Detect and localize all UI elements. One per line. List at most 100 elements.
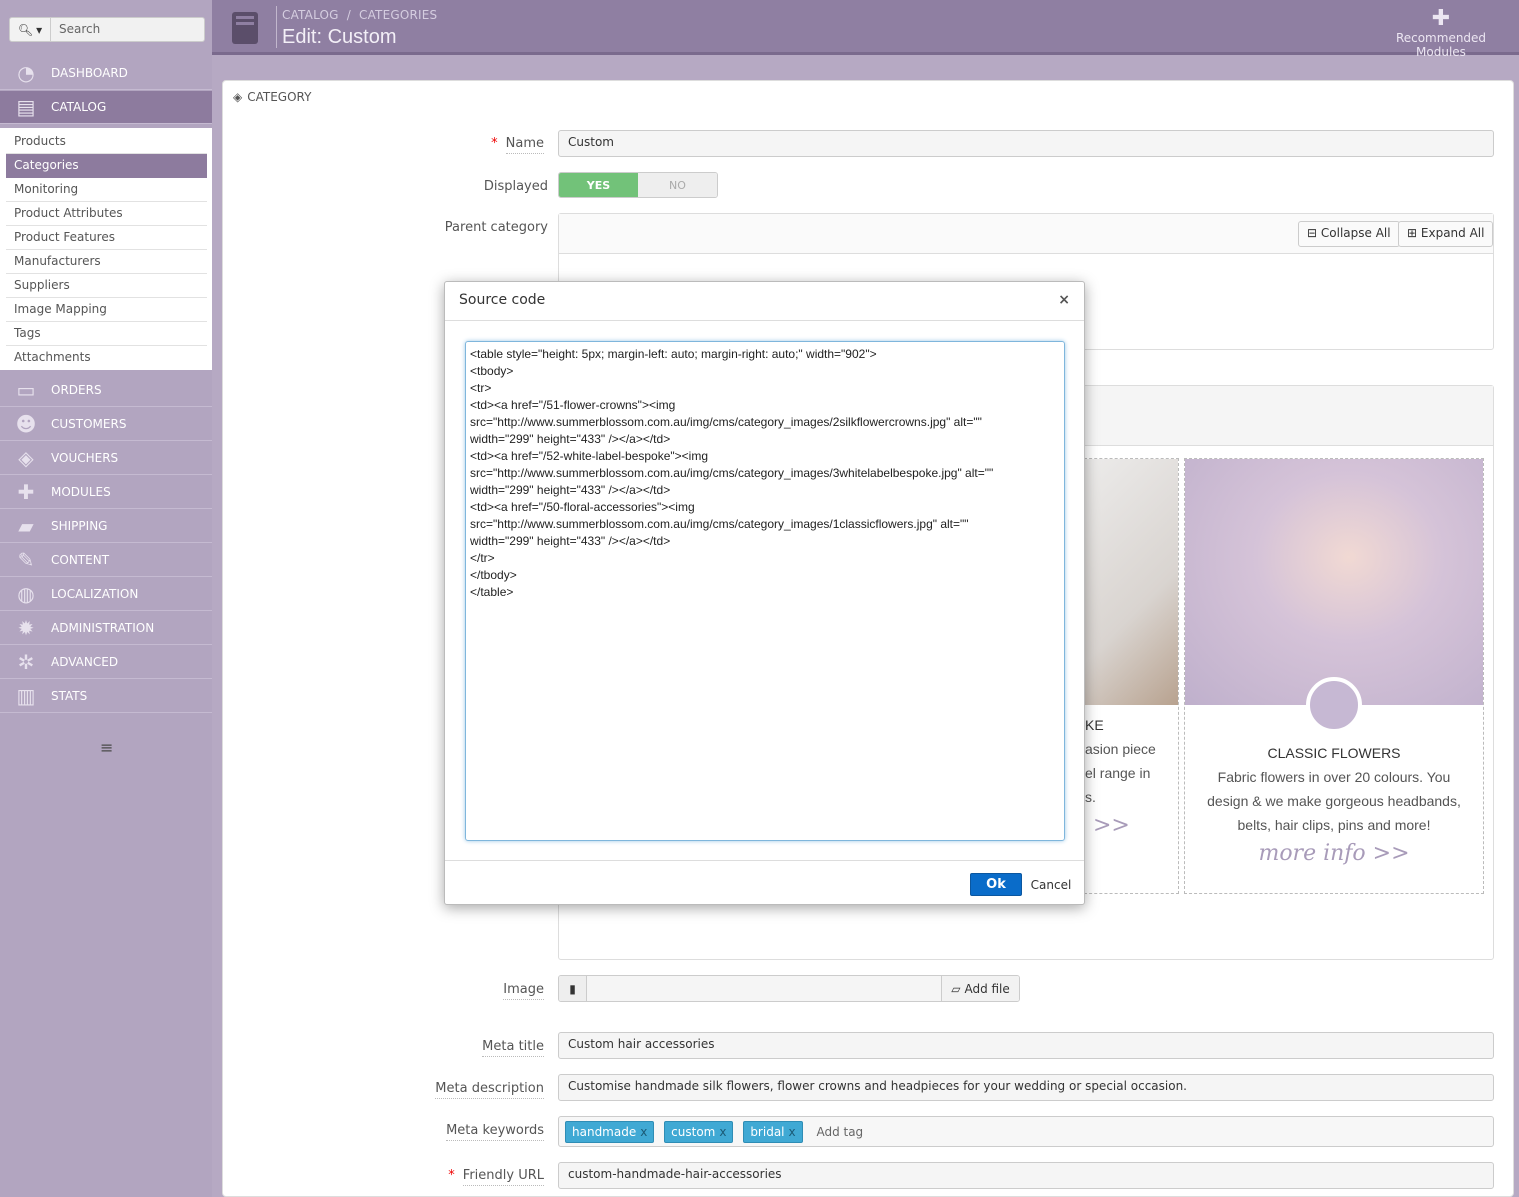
submenu-item-tags[interactable]: Tags — [6, 322, 207, 346]
switch-yes[interactable]: YES — [559, 173, 638, 197]
submenu-item-manufacturers[interactable]: Manufacturers — [6, 250, 207, 274]
sidebar-item-catalog[interactable]: ▤ CATALOG — [0, 91, 212, 124]
card-title: CLASSIC FLOWERS — [1267, 745, 1401, 761]
ok-button[interactable]: Ok — [970, 873, 1022, 896]
submenu-item-product-features[interactable]: Product Features — [6, 226, 207, 250]
submenu-item-attachments[interactable]: Attachments — [6, 346, 207, 370]
cancel-button[interactable]: Cancel — [1029, 873, 1073, 896]
displayed-label: Displayed — [483, 179, 548, 194]
keyword-tag: handmade x — [565, 1121, 655, 1143]
required-marker: * — [491, 136, 498, 151]
breadcrumb-categories[interactable]: CATEGORIES — [359, 8, 437, 22]
sidebar-item-orders[interactable]: ▭ ORDERS — [0, 374, 212, 407]
collapse-menu-icon[interactable]: ≡ — [100, 738, 113, 757]
puzzle-icon: ✚ — [1431, 6, 1451, 31]
sidebar-item-content[interactable]: ✎ CONTENT — [0, 544, 212, 577]
sidebar-item-localization[interactable]: ◍ LOCALIZATION — [0, 578, 212, 611]
card-text-2: design & we make gorgeous headbands, — [1207, 793, 1461, 809]
sidebar-item-vouchers[interactable]: ◈ VOUCHERS — [0, 442, 212, 475]
add-file-button[interactable]: ▱ Add file — [941, 976, 1019, 1001]
card-text-1: Fabric flowers in over 20 colours. You — [1217, 769, 1451, 785]
friendly-url-input[interactable]: custom-handmade-hair-accessories — [558, 1162, 1494, 1189]
card-text-3: belts, hair clips, pins and more! — [1237, 817, 1431, 833]
breadcrumb-catalog[interactable]: CATALOG — [282, 8, 339, 22]
bar-chart-icon: ▥ — [16, 684, 36, 708]
more-info-link: >> — [1093, 813, 1130, 838]
card-text-2: el range in — [1085, 765, 1151, 781]
breadcrumb-separator: / — [346, 8, 351, 22]
remove-tag-icon[interactable]: x — [640, 1125, 647, 1139]
add-tag-placeholder[interactable]: Add tag — [816, 1125, 863, 1139]
meta-description-input[interactable]: Customise handmade silk flowers, flower … — [558, 1074, 1494, 1101]
switch-no[interactable]: NO — [638, 173, 717, 197]
sidebar-item-label: VOUCHERS — [51, 451, 119, 465]
submenu-item-product-attributes[interactable]: Product Attributes — [6, 202, 207, 226]
folder-open-icon: ▱ — [951, 981, 961, 996]
close-icon[interactable]: × — [1058, 292, 1070, 308]
meta-title-label: Meta title — [430, 1039, 544, 1057]
book-icon — [226, 8, 266, 48]
name-input[interactable]: Custom — [558, 130, 1494, 157]
source-code-dialog: Source code × <table style="height: 5px;… — [444, 281, 1085, 905]
dialog-footer: Ok Cancel — [445, 860, 1084, 905]
name-label: * Name — [430, 136, 544, 154]
tags-icon: ◈ — [233, 90, 243, 104]
submenu-item-monitoring[interactable]: Monitoring — [6, 178, 207, 202]
page-header: CATALOG / CATEGORIES Edit: Custom ✚ Reco… — [212, 0, 1519, 59]
sidebar-item-label: SHIPPING — [51, 519, 108, 533]
puzzle-icon: ✚ — [17, 480, 35, 504]
book-icon: ▤ — [16, 95, 36, 119]
card-text-3: s. — [1085, 789, 1096, 805]
cog-icon: ✹ — [17, 616, 35, 640]
submenu-item-image-mapping[interactable]: Image Mapping — [6, 298, 207, 322]
meta-title-input[interactable]: Custom hair accessories — [558, 1032, 1494, 1059]
sidebar-item-stats[interactable]: ▥ STATS — [0, 680, 212, 713]
sidebar-item-customers[interactable]: ☻ CUSTOMERS — [0, 408, 212, 441]
displayed-switch[interactable]: YES NO — [558, 172, 718, 198]
meta-keywords-label: Meta keywords — [430, 1123, 544, 1141]
card-text-1: asion piece — [1085, 741, 1156, 757]
file-name-field[interactable] — [587, 976, 941, 1001]
recommended-modules-button[interactable]: ✚ Recommended Modules — [1371, 6, 1511, 59]
remove-tag-icon[interactable]: x — [719, 1125, 726, 1139]
keyword-tag: custom x — [664, 1121, 734, 1143]
search-icon: 🔍︎ — [17, 22, 34, 37]
submenu-item-products[interactable]: Products — [6, 130, 207, 154]
keyword-tag: bridal x — [743, 1121, 803, 1143]
wrench-icon: ✎ — [17, 548, 35, 572]
sidebar-item-shipping[interactable]: ▰ SHIPPING — [0, 510, 212, 543]
sidebar-item-dashboard[interactable]: ◔ DASHBOARD — [0, 57, 212, 90]
preview-card-classic-flowers: CLASSIC FLOWERS Fabric flowers in over 2… — [1184, 458, 1484, 894]
sidebar-item-label: MODULES — [51, 485, 111, 499]
globe-icon: ◍ — [17, 582, 35, 606]
submenu-item-suppliers[interactable]: Suppliers — [6, 274, 207, 298]
meta-keywords-input[interactable]: handmade x custom x bridal x Add tag — [558, 1116, 1494, 1147]
minus-square-icon: ⊟ — [1307, 226, 1318, 240]
sidebar: 🔍︎ ▾ Search ◔ DASHBOARD ▤ CATALOG Produc… — [0, 0, 212, 1197]
users-icon: ☻ — [15, 412, 37, 436]
header-divider — [276, 6, 277, 48]
expand-all-button[interactable]: ⊞ Expand All — [1398, 221, 1494, 247]
source-code-textarea[interactable]: <table style="height: 5px; margin-left: … — [465, 341, 1065, 841]
search-box: 🔍︎ ▾ Search — [9, 17, 205, 42]
sidebar-item-label: STATS — [51, 689, 88, 703]
breadcrumb: CATALOG / CATEGORIES — [282, 8, 437, 22]
submenu-item-categories[interactable]: Categories — [6, 154, 207, 178]
sidebar-item-administration[interactable]: ✹ ADMINISTRATION — [0, 612, 212, 645]
search-input[interactable]: Search — [51, 17, 205, 42]
collapse-all-button[interactable]: ⊟ Collapse All — [1298, 221, 1400, 247]
tags-icon: ◈ — [18, 446, 34, 470]
dialog-title: Source code — [459, 292, 546, 308]
preview-image — [1085, 459, 1178, 705]
search-scope-button[interactable]: 🔍︎ ▾ — [9, 17, 51, 42]
sidebar-item-modules[interactable]: ✚ MODULES — [0, 476, 212, 509]
sidebar-item-label: DASHBOARD — [51, 66, 128, 80]
sidebar-item-label: CUSTOMERS — [51, 417, 127, 431]
sidebar-item-advanced[interactable]: ✲ ADVANCED — [0, 646, 212, 679]
meta-description-label: Meta description — [430, 1081, 544, 1099]
preview-image — [1185, 459, 1483, 705]
sidebar-item-label: CATALOG — [51, 100, 107, 114]
dialog-header: Source code × — [445, 282, 1084, 321]
description-preview: KE asion piece el range in s. >> CLASSIC… — [1084, 458, 1484, 896]
remove-tag-icon[interactable]: x — [789, 1125, 796, 1139]
